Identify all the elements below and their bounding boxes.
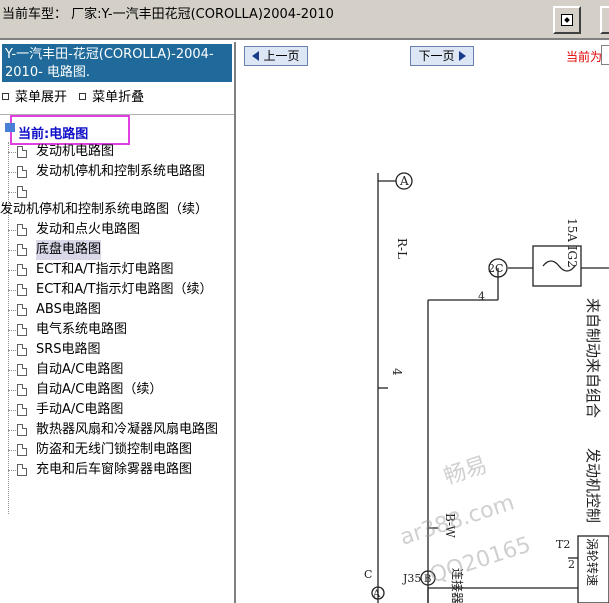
current-node-label: 当前:电路图 [18,127,89,142]
tree-item[interactable]: 充电和后车窗除雾器电路图 [0,460,234,480]
extra-button[interactable] [600,6,609,34]
vehicle-title: 当前车型： 厂家:Y-一汽丰田花冠(COROLLA)2004-2010 [2,7,334,22]
current-page-label: 当前为 [566,50,603,64]
tree-item[interactable]: 发动机停机和控制系统电路图（续） [0,200,234,220]
document-icon [17,224,27,236]
current-node[interactable]: 当前:电路图 [5,115,130,145]
label-from-combo: 来自组合 [584,358,602,418]
prev-page-button[interactable]: 上一页 [244,46,308,66]
document-icon [17,444,27,456]
sidebar: Y-一汽丰田-花冠(COROLLA)-2004-2010- 电路图. 菜单展开 … [0,42,236,603]
label-r-l: R-L [395,238,409,259]
tree-item[interactable]: 发动和点火电路图 [0,220,234,240]
document-icon [17,404,27,416]
document-icon [17,284,27,296]
tree-item[interactable]: 电气系统电路图 [0,320,234,340]
label-fuse: 15A IG2 [565,218,579,268]
label-t2: T2 [556,538,570,551]
label-engine-ctrl: 发动机控制 [584,448,602,523]
tree-item[interactable]: 自动A/C电路图 [0,360,234,380]
label-pin-2: 2 [568,558,575,571]
document-icon [17,244,27,256]
label-a: A [399,174,409,188]
document-icon [17,186,27,198]
menu-expand-link[interactable]: 菜单展开 [15,90,67,105]
view-icon [561,14,573,26]
tree-item[interactable]: ECT和A/T指示灯电路图（续） [0,280,234,300]
next-page-button[interactable]: 下一页 [410,46,474,66]
top-bar: 当前车型： 厂家:Y-一汽丰田花冠(COROLLA)2004-2010 [0,0,609,40]
label-from-brake: 来自制动 [584,298,602,358]
label-2c: 2C [488,262,503,275]
tree-item[interactable]: 手动A/C电路图 [0,400,234,420]
tree-item[interactable] [0,182,234,200]
tree-item[interactable]: 自动A/C电路图（续） [0,380,234,400]
tree-list: 发动机电路图 发动机停机和控制系统电路图 发动机停机和控制系统电路图（续） 发动… [0,142,234,480]
arrow-right-icon [458,51,466,61]
tree-item[interactable]: 防盗和无线门锁控制电路图 [0,440,234,460]
tree-item[interactable]: SRS电路图 [0,340,234,360]
tree-item[interactable]: ABS电路图 [0,300,234,320]
document-icon [17,424,27,436]
document-icon [17,384,27,396]
document-icon [17,364,27,376]
menu-controls: 菜单展开 菜单折叠 [2,86,152,105]
menu-collapse-link[interactable]: 菜单折叠 [92,90,144,105]
document-icon [17,146,27,158]
arrow-left-icon [252,51,260,61]
sidebar-header: Y-一汽丰田-花冠(COROLLA)-2004-2010- 电路图. [2,44,232,82]
collapse-icon [79,93,87,100]
document-icon [17,324,27,336]
main-panel: 上一页 下一页 当前为 A R-L 2C 4 15A IG2 4 B-W 来自制… [238,42,609,603]
label-c: C [364,568,372,581]
document-icon [17,264,27,276]
document-icon [17,344,27,356]
tree-item-selected[interactable]: 底盘电路图 [0,240,234,260]
tree-item[interactable]: 发动机电路图 [0,142,234,162]
label-a2: A [372,589,381,600]
tree-item[interactable]: ECT和A/T指示灯电路图 [0,260,234,280]
label-turbine: 涡轮转速 [585,538,600,586]
folder-icon [5,123,15,132]
document-icon [17,464,27,476]
current-page-field[interactable] [601,45,609,65]
document-icon [17,304,27,316]
tree-item[interactable]: 发动机停机和控制系统电路图 [0,162,234,182]
label-pin-4: 4 [478,290,485,303]
label-wire-4: 4 [390,368,404,376]
label-j35: J35 [402,572,421,585]
view-toggle-button[interactable] [553,6,581,34]
page-nav: 上一页 下一页 当前为 [238,42,609,68]
document-icon [17,166,27,178]
expand-icon [2,93,9,100]
wiring-diagram: A R-L 2C 4 15A IG2 4 B-W 来自制动 来自组合 发动机控制… [238,68,609,603]
tree-item[interactable]: 散热器风扇和冷凝器风扇电路图 [0,420,234,440]
